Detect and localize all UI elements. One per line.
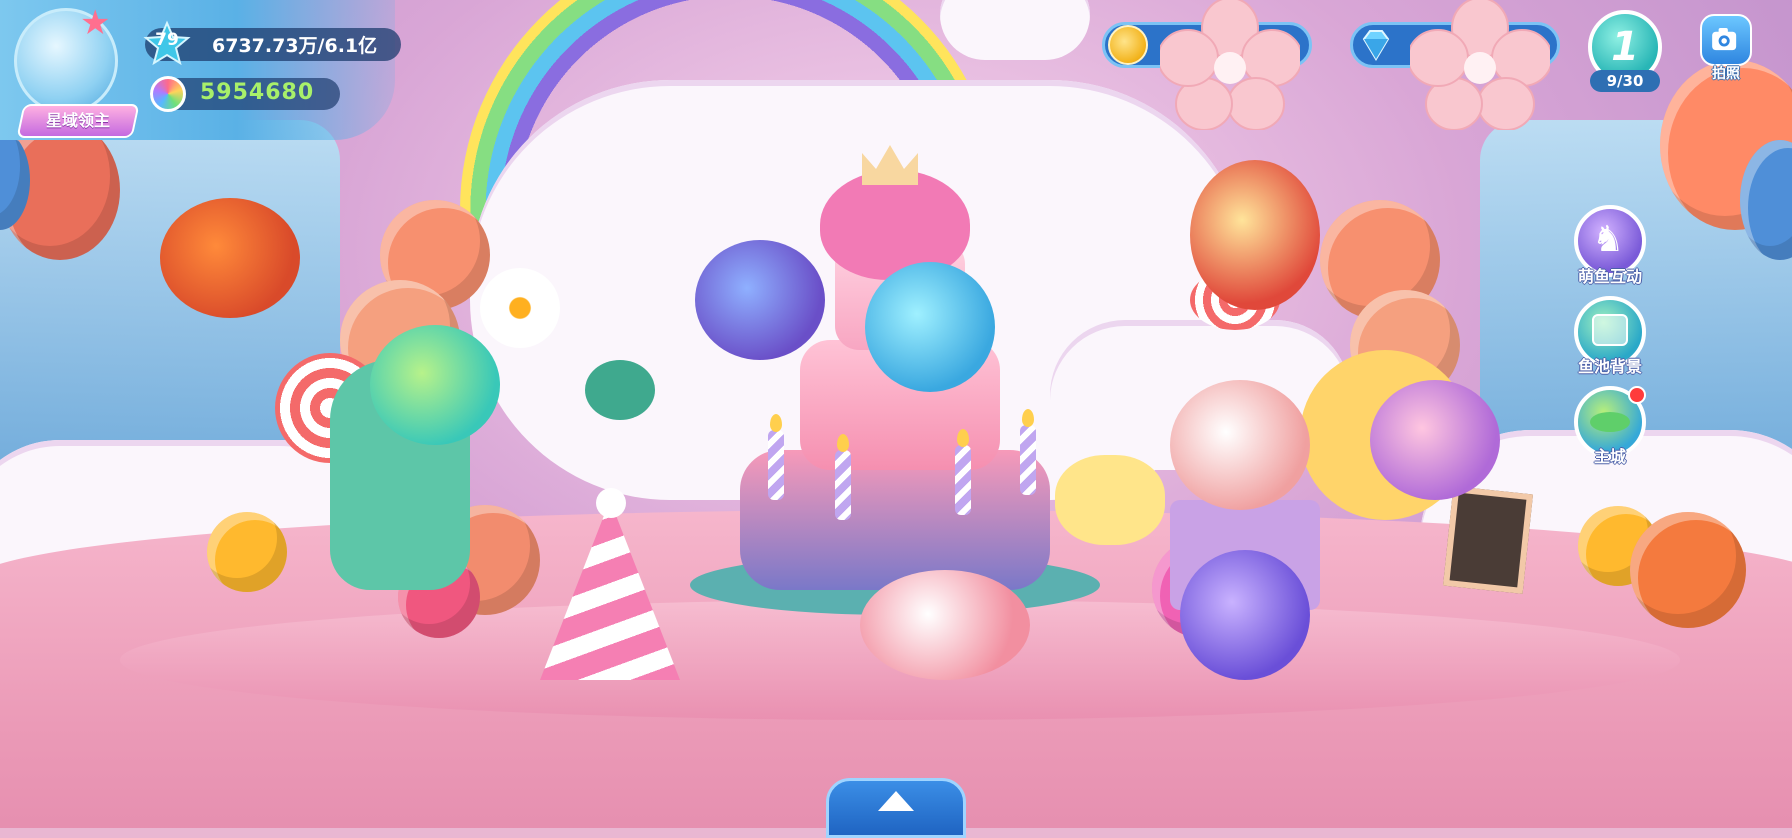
photo-label: 拍照 [1712, 66, 1740, 82]
candle [768, 430, 784, 500]
side-menu-label: 主城 [1593, 447, 1626, 466]
side-menu-label: 萌鱼互动 [1577, 267, 1642, 286]
fox-fish-character[interactable] [860, 570, 1030, 680]
cake-tier-bottom [740, 450, 1050, 590]
player-title: 星域领主 [45, 111, 110, 130]
mermaid-character[interactable] [370, 325, 500, 445]
teddy-bear-toy [1055, 455, 1165, 545]
floor-ball [1630, 512, 1746, 628]
seahorse-icon: ♞ [1592, 219, 1625, 260]
diamond-icon [1362, 30, 1390, 61]
currency-value: 5954680 [200, 80, 315, 105]
cloud-top [940, 0, 1090, 60]
dinosaur-head [585, 360, 655, 420]
player-exp-text: 6737.73万/6.1亿 [212, 35, 378, 57]
cherry-blossom-decoration [1410, 0, 1550, 130]
photo-button[interactable] [1700, 14, 1752, 66]
player-level: 79 [155, 30, 179, 50]
candle-flame [957, 429, 969, 447]
candle-flame [770, 414, 782, 432]
party-hat-pompom [596, 488, 626, 518]
red-hood-character[interactable] [1190, 160, 1320, 310]
mermaid-character[interactable] [865, 262, 995, 392]
quest-progress: 9/30 [1590, 70, 1660, 92]
rainbow-orb-icon [150, 76, 186, 112]
candle-flame [1022, 409, 1034, 427]
star-icon: ★ [80, 3, 111, 43]
candle [955, 445, 971, 515]
cherry-blossom-decoration [1160, 0, 1300, 130]
mermaid-character[interactable] [695, 240, 825, 360]
candle-flame [837, 434, 849, 452]
notification-dot [1628, 386, 1646, 404]
player-title-badge: 星域领主 [16, 104, 140, 138]
camera-icon [1712, 28, 1737, 51]
side-menu-label: 鱼池背景 [1577, 357, 1642, 376]
daisy-decoration [480, 268, 560, 348]
gold-coin-icon [1108, 25, 1148, 65]
mermaid-character[interactable] [1180, 550, 1310, 680]
fox-fish-character[interactable] [1170, 380, 1310, 510]
candle [835, 450, 851, 520]
chevron-up-icon [878, 791, 914, 811]
aquarium-icon [1592, 314, 1628, 346]
expand-menu-button[interactable] [826, 778, 966, 838]
mermaid-character[interactable] [1370, 380, 1500, 500]
chalkboard-easel [1442, 486, 1534, 594]
candle [1020, 425, 1036, 495]
mermaid-character[interactable] [160, 198, 300, 318]
floor-ball [207, 512, 287, 592]
island-icon [1590, 412, 1630, 432]
